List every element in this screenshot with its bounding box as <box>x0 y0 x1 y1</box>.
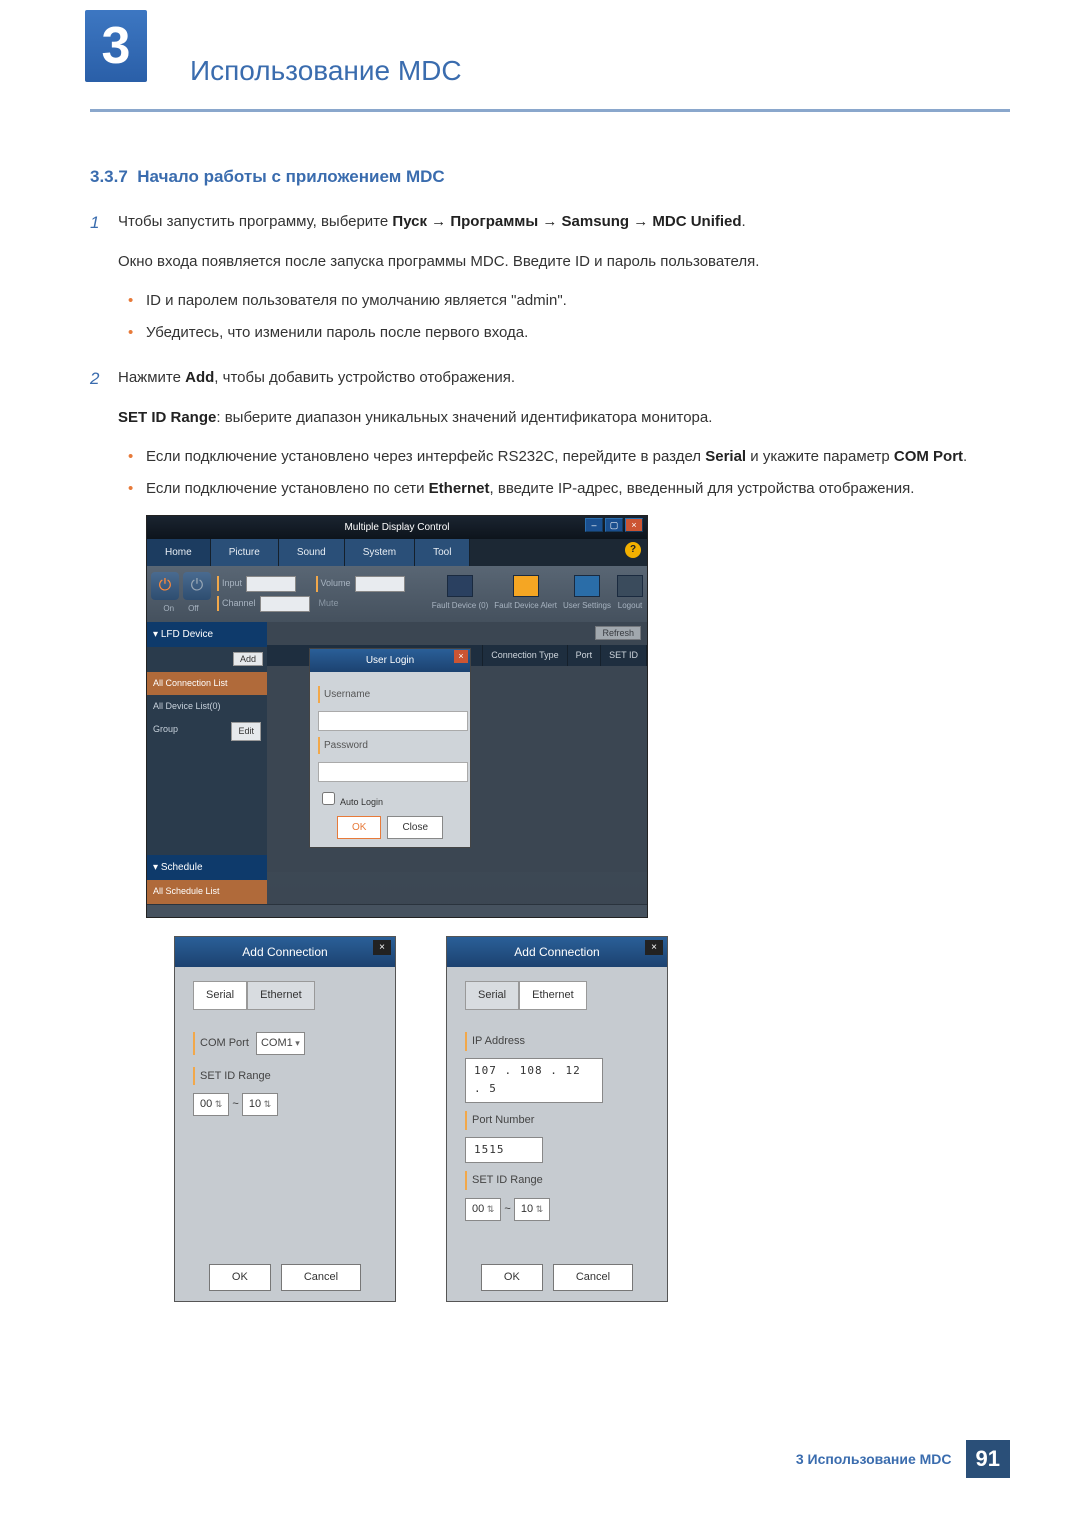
cancel-button[interactable]: Cancel <box>553 1264 633 1291</box>
cancel-button[interactable]: Cancel <box>281 1264 361 1291</box>
col-set-id: SET ID <box>601 645 647 666</box>
channel-select[interactable] <box>260 596 310 612</box>
setid-to-stepper[interactable]: 10 <box>514 1198 550 1221</box>
step-2: 2 Нажмите Add, чтобы добавить устройство… <box>90 365 1010 1302</box>
step-number: 1 <box>90 209 118 359</box>
divider <box>90 109 1010 112</box>
comport-label: COM Port <box>200 1037 249 1049</box>
ok-button[interactable]: OK <box>481 1264 543 1291</box>
setid-from-stepper[interactable]: 00 <box>465 1198 501 1221</box>
col-port: Port <box>568 645 602 666</box>
section-heading: 3.3.7 Начало работы с приложением MDC <box>90 167 1010 187</box>
tab-tool[interactable]: Tool <box>415 539 470 566</box>
bullet: Если подключение установлено по сети Eth… <box>146 476 1010 502</box>
sidebar-group[interactable]: GroupEdit <box>147 718 267 745</box>
add-button[interactable]: Add <box>233 652 263 666</box>
fault-alert-icon[interactable]: Fault Device Alert <box>494 575 557 613</box>
col-connection-type: Connection Type <box>483 645 567 666</box>
footer-text: 3 Использование MDC <box>796 1451 952 1467</box>
setid-label: SET ID Range <box>465 1171 649 1190</box>
bullet: Убедитесь, что изменили пароль после пер… <box>146 320 1010 346</box>
port-label: Port Number <box>465 1111 649 1130</box>
tab-ethernet[interactable]: Ethernet <box>247 981 315 1010</box>
ip-address-input[interactable]: 107 . 108 . 12 . 5 <box>465 1058 603 1103</box>
ip-label: IP Address <box>465 1032 649 1051</box>
page-number: 91 <box>966 1440 1010 1478</box>
tab-home[interactable]: Home <box>147 539 211 566</box>
password-input[interactable] <box>318 762 468 782</box>
add-connection-serial-dialog: Add Connection× Serial Ethernet COM Port… <box>174 936 396 1302</box>
sidebar: LFD Device Add All Connection List All D… <box>147 622 267 904</box>
close-icon[interactable]: × <box>625 518 643 532</box>
user-login-dialog: User Login× Username Password Auto Login… <box>309 648 471 848</box>
tab-sound[interactable]: Sound <box>279 539 345 566</box>
tab-serial[interactable]: Serial <box>193 981 247 1010</box>
help-icon[interactable]: ? <box>619 539 647 566</box>
sidebar-section-lfd[interactable]: LFD Device <box>147 622 267 647</box>
ok-button[interactable]: OK <box>337 816 381 839</box>
close-icon[interactable]: × <box>645 940 663 955</box>
sidebar-all-connection[interactable]: All Connection List <box>147 672 267 695</box>
bullet: ID и паролем пользователя по умолчанию я… <box>146 288 1010 314</box>
ribbon-toolbar: ⏻ ⏻ OnOff Input Channel Volume Mute <box>147 566 647 622</box>
power-off-icon[interactable]: ⏻ <box>183 572 211 600</box>
chapter-number-badge: 3 <box>85 10 147 82</box>
chapter-title: Использование MDC <box>190 30 1010 87</box>
tab-serial[interactable]: Serial <box>465 981 519 1010</box>
ok-button[interactable]: OK <box>209 1264 271 1291</box>
tab-ethernet[interactable]: Ethernet <box>519 981 587 1010</box>
close-button[interactable]: Close <box>387 816 443 839</box>
setid-from-stepper[interactable]: 00 <box>193 1093 229 1116</box>
fault-device-icon[interactable]: Fault Device (0) <box>432 575 488 613</box>
maximize-icon[interactable]: ▢ <box>605 518 623 532</box>
main-grid: Refresh Connection Type Port SET ID User… <box>267 622 647 872</box>
close-icon[interactable]: × <box>454 650 468 663</box>
close-icon[interactable]: × <box>373 940 391 955</box>
step-number: 2 <box>90 365 118 1302</box>
tab-picture[interactable]: Picture <box>211 539 279 566</box>
sidebar-section-schedule[interactable]: Schedule <box>147 855 267 880</box>
refresh-button[interactable]: Refresh <box>595 626 641 640</box>
bullet: Если подключение установлено через интер… <box>146 444 1010 470</box>
tab-system[interactable]: System <box>345 539 415 566</box>
mdc-screenshot: Multiple Display Control – ▢ × Home Pict… <box>146 515 648 918</box>
logout-icon[interactable]: Logout <box>617 575 643 613</box>
sidebar-all-device[interactable]: All Device List(0) <box>147 695 267 718</box>
step-1: 1 Чтобы запустить программу, выберите Пу… <box>90 209 1010 359</box>
setid-to-stepper[interactable]: 10 <box>242 1093 278 1116</box>
sidebar-all-schedule[interactable]: All Schedule List <box>147 880 267 903</box>
scrollbar-horizontal[interactable] <box>147 904 647 917</box>
auto-login-checkbox[interactable] <box>322 792 335 805</box>
password-label: Password <box>318 737 462 754</box>
user-settings-icon[interactable]: User Settings <box>563 575 611 613</box>
volume-select[interactable] <box>355 576 405 592</box>
page-footer: 3 Использование MDC 91 <box>796 1440 1010 1478</box>
edit-button[interactable]: Edit <box>231 722 261 741</box>
setid-label: SET ID Range <box>193 1067 377 1086</box>
input-select[interactable] <box>246 576 296 592</box>
username-label: Username <box>318 686 462 703</box>
minimize-icon[interactable]: – <box>585 518 603 532</box>
window-titlebar: Multiple Display Control – ▢ × <box>147 516 647 539</box>
comport-select[interactable]: COM1 <box>256 1032 305 1055</box>
port-input[interactable]: 1515 <box>465 1137 543 1164</box>
username-input[interactable] <box>318 711 468 731</box>
power-on-icon[interactable]: ⏻ <box>151 572 179 600</box>
add-connection-ethernet-dialog: Add Connection× Serial Ethernet IP Addre… <box>446 936 668 1302</box>
